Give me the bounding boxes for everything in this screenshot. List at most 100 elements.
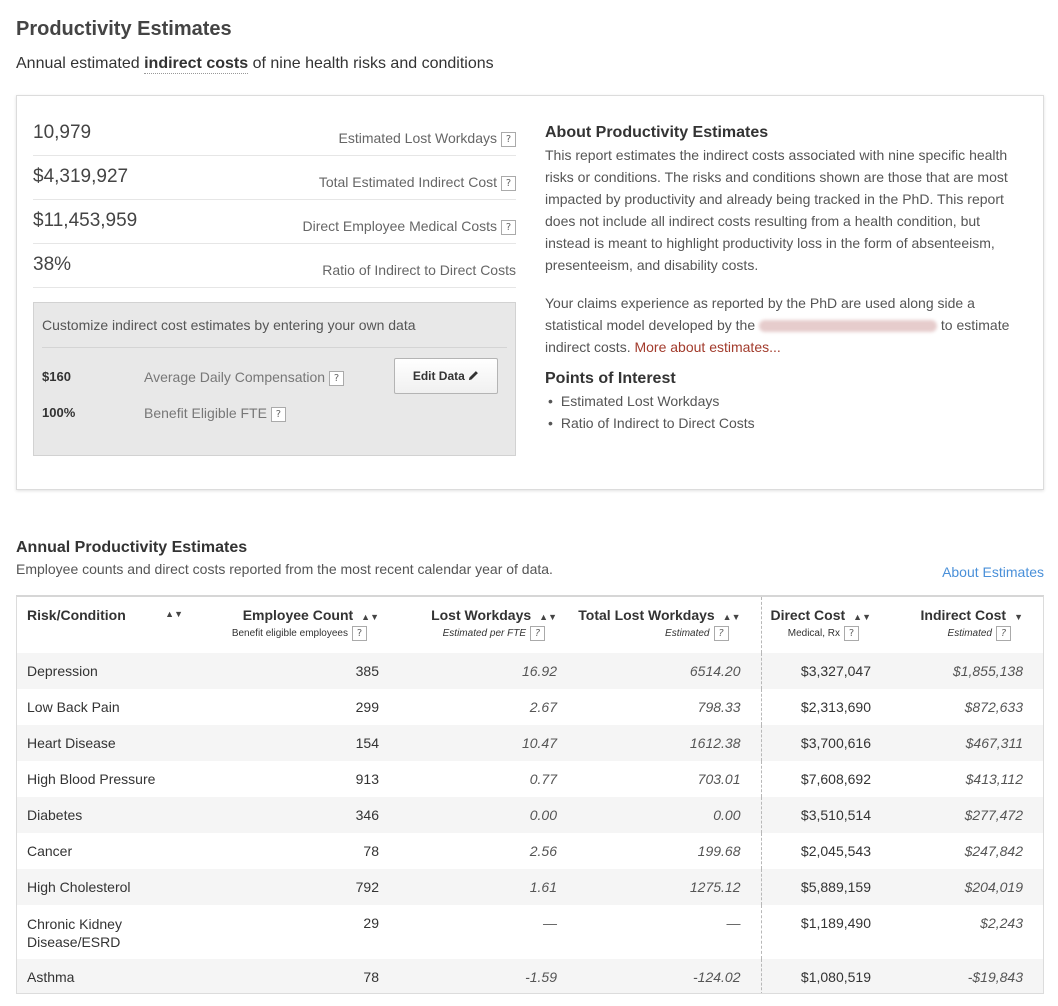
cell-employee-count: 78 — [187, 959, 399, 993]
help-icon[interactable]: ? — [844, 626, 859, 641]
metric-label: Estimated Lost Workdays? — [339, 130, 516, 147]
cell-indirect-cost: $247,842 — [891, 833, 1043, 869]
cell-indirect-cost: $413,112 — [891, 761, 1043, 797]
edit-data-button[interactable]: Edit Data — [394, 358, 498, 394]
cell-employee-count: 913 — [187, 761, 399, 797]
page-title: Productivity Estimates — [16, 18, 232, 40]
section-subtitle: Employee counts and direct costs reporte… — [16, 561, 553, 577]
metric-total-indirect-cost: $4,319,927 Total Estimated Indirect Cost… — [33, 156, 516, 200]
help-icon[interactable]: ? — [713, 626, 729, 641]
column-sub-text: Medical, Rx — [787, 628, 840, 640]
sort-icon: ▲▼ — [722, 612, 741, 622]
column-header-direct-cost[interactable]: Direct Cost ▲▼ Medical, Rx? — [760, 597, 891, 653]
table-row: Depression 385 16.92 6514.20 $3,327,047 … — [17, 653, 1043, 689]
about-section: About Productivity Estimates This report… — [545, 124, 1025, 434]
column-header-total-lost-workdays[interactable]: Total Lost Workdays ▲▼ Estimated? — [577, 597, 761, 653]
metric-value: $11,453,959 — [33, 210, 138, 231]
help-icon[interactable]: ? — [270, 406, 286, 422]
cell-condition: Diabetes — [17, 797, 187, 833]
metric-indirect-direct-ratio: 38% Ratio of Indirect to Direct Costs — [33, 244, 516, 288]
table-row: Cancer 78 2.56 199.68 $2,045,543 $247,84… — [17, 833, 1043, 869]
customize-label-text: Benefit Eligible FTE — [144, 405, 267, 421]
help-icon[interactable]: ? — [501, 131, 516, 147]
subtitle-prefix: Annual estimated — [16, 55, 140, 72]
about-paragraph-1: This report estimates the indirect costs… — [545, 147, 1008, 273]
cell-direct-cost: $3,510,514 — [760, 797, 891, 833]
metric-label: Ratio of Indirect to Direct Costs — [322, 262, 516, 278]
sort-icon: ▲▼ — [539, 612, 557, 622]
column-sub-text: Estimated per FTE — [442, 628, 526, 640]
column-header-indirect-cost[interactable]: Indirect Cost ▼ Estimated? — [891, 597, 1043, 653]
metric-value: 38% — [33, 254, 72, 275]
cell-employee-count: 299 — [187, 689, 399, 725]
cell-indirect-cost: $467,311 — [891, 725, 1043, 761]
help-icon[interactable]: ? — [530, 626, 545, 641]
cell-condition: High Blood Pressure — [17, 761, 187, 797]
sort-desc-icon: ▼ — [1014, 612, 1023, 622]
cell-direct-cost: $3,700,616 — [760, 725, 891, 761]
cell-direct-cost: $1,189,490 — [760, 905, 891, 959]
cell-indirect-cost: -$19,843 — [891, 959, 1043, 993]
summary-panel: 10,979 Estimated Lost Workdays? $4,319,9… — [16, 95, 1044, 490]
metric-value: 10,979 — [33, 122, 92, 143]
cell-lost-workdays: 0.00 — [399, 797, 577, 833]
column-header-employee-count[interactable]: Employee Count ▲▼ Benefit eligible employ… — [187, 597, 399, 653]
cell-indirect-cost: $872,633 — [891, 689, 1043, 725]
help-icon[interactable]: ? — [501, 175, 516, 191]
cell-total-lost-workdays: 1612.38 — [577, 725, 761, 761]
column-header-lost-workdays[interactable]: Lost Workdays ▲▼ Estimated per FTE? — [399, 597, 577, 653]
customize-label-text: Average Daily Compensation — [144, 369, 326, 385]
cell-direct-cost: $1,080,519 — [760, 959, 891, 993]
table-row: Asthma 78 -1.59 -124.02 $1,080,519 -$19,… — [17, 959, 1043, 993]
cell-employee-count: 792 — [187, 869, 399, 905]
table-row: Heart Disease 154 10.47 1612.38 $3,700,6… — [17, 725, 1043, 761]
cell-total-lost-workdays: — — [577, 905, 761, 959]
column-sub-text: Estimated — [665, 628, 710, 640]
cell-indirect-cost: $204,019 — [891, 869, 1043, 905]
cell-direct-cost: $2,045,543 — [760, 833, 891, 869]
cell-total-lost-workdays: 798.33 — [577, 689, 761, 725]
cell-total-lost-workdays: -124.02 — [577, 959, 761, 993]
column-header-label: Risk/Condition — [27, 607, 126, 623]
cell-total-lost-workdays: 199.68 — [577, 833, 761, 869]
cell-condition: Cancer — [17, 833, 187, 869]
sort-icon: ▲▼ — [165, 609, 183, 619]
about-title: About Productivity Estimates — [545, 124, 769, 141]
subtitle-emphasis: indirect costs — [144, 55, 249, 74]
cell-employee-count: 78 — [187, 833, 399, 869]
help-icon[interactable]: ? — [352, 626, 367, 641]
cell-employee-count: 29 — [187, 905, 399, 959]
about-estimates-link[interactable]: About Estimates — [942, 564, 1044, 580]
metric-label-text: Direct Employee Medical Costs — [302, 218, 497, 234]
cell-employee-count: 154 — [187, 725, 399, 761]
help-icon[interactable]: ? — [329, 370, 345, 386]
cell-indirect-cost: $2,243 — [891, 905, 1043, 959]
cell-indirect-cost: $1,855,138 — [891, 653, 1043, 689]
customize-value: 100% — [42, 405, 76, 420]
cell-condition: Low Back Pain — [17, 689, 187, 725]
cell-condition: Asthma — [17, 959, 187, 993]
column-header-label: Indirect Cost — [920, 607, 1007, 623]
metric-lost-workdays: 10,979 Estimated Lost Workdays? — [33, 112, 516, 156]
more-about-estimates-link[interactable]: More about estimates... — [634, 339, 780, 355]
column-sub-text: Estimated — [947, 628, 992, 640]
estimates-table: Risk/Condition ▲▼ Employee Count ▲▼ Benefi… — [16, 595, 1044, 994]
table-row: Low Back Pain 299 2.67 798.33 $2,313,690… — [17, 689, 1043, 725]
edit-data-label: Edit Data — [412, 369, 465, 383]
help-icon[interactable]: ? — [501, 219, 516, 235]
cell-lost-workdays: — — [399, 905, 577, 959]
help-icon[interactable]: ? — [996, 626, 1011, 641]
pencil-icon — [468, 369, 479, 383]
cell-total-lost-workdays: 703.01 — [577, 761, 761, 797]
metric-label: Direct Employee Medical Costs? — [302, 218, 516, 235]
cell-lost-workdays: 16.92 — [399, 653, 577, 689]
customize-label: Average Daily Compensation? — [144, 369, 345, 386]
table-row: High Blood Pressure 913 0.77 703.01 $7,6… — [17, 761, 1043, 797]
column-header-label: Lost Workdays — [431, 607, 532, 623]
cell-lost-workdays: 0.77 — [399, 761, 577, 797]
cell-lost-workdays: 2.67 — [399, 689, 577, 725]
metric-label-text: Estimated Lost Workdays — [338, 130, 497, 146]
table-row: Diabetes 346 0.00 0.00 $3,510,514 $277,4… — [17, 797, 1043, 833]
column-header-risk-condition[interactable]: Risk/Condition ▲▼ — [17, 597, 187, 653]
customize-label: Benefit Eligible FTE? — [144, 405, 286, 422]
